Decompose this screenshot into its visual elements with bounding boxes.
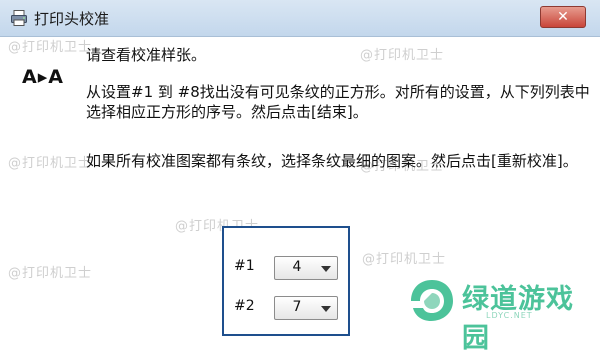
setting-value-1: 4 <box>292 259 302 275</box>
window-title: 打印头校准 <box>34 10 110 28</box>
setting-select-1[interactable]: 4 <box>274 256 338 280</box>
watermark: @打印机卫士 <box>8 156 93 171</box>
instruction-paragraph: 从设置#1 到 #8找出没有可见条纹的正方形。对所有的设置，从下列列表中选择相应… <box>86 83 590 121</box>
settings-panel: #1 4 #2 7 <box>222 226 350 336</box>
watermark: @打印机卫士 <box>360 48 445 63</box>
watermark: @打印机卫士 <box>8 266 93 281</box>
title-bar: 打印头校准 ✕ <box>0 0 600 37</box>
setting-select-2[interactable]: 7 <box>274 296 338 320</box>
brand-watermark-badge: 绿道游戏园 LDYC.NET <box>400 273 600 354</box>
setting-label-2: #2 <box>234 298 255 314</box>
brand-logo-icon <box>411 280 453 321</box>
watermark: @打印机卫士 <box>362 252 447 267</box>
instruction-paragraph-recalibrate: 如果所有校准图案都有条纹，选择条纹最细的图案。然后点击[重新校准]。 <box>86 152 578 170</box>
brand-url: LDYC.NET <box>486 311 533 320</box>
close-button[interactable]: ✕ <box>540 6 586 28</box>
setting-value-2: 7 <box>292 299 302 315</box>
watermark: @打印机卫士 <box>8 40 93 55</box>
alignment-icon: A▸A <box>22 66 64 88</box>
chevron-down-icon <box>321 306 331 312</box>
setting-label-1: #1 <box>234 258 255 274</box>
chevron-down-icon <box>321 266 331 272</box>
instruction-heading: 请查看校准样张。 <box>86 46 207 64</box>
printer-app-icon <box>11 10 27 26</box>
